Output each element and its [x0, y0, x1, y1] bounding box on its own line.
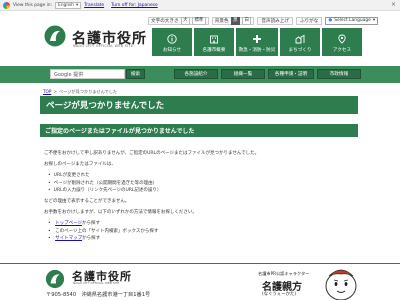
option-text: このページ上の「サイト内検索」ボックスから探す — [55, 228, 159, 234]
site-subtitle: NAGO CITY OFFICIAL WEB SITE — [73, 44, 134, 48]
list-item: URLの入力誤り（リンク先ページのURL記述の誤り） — [48, 187, 354, 195]
sub-nav-organization[interactable]: 組織一覧 — [221, 69, 265, 79]
option-text: から探す — [82, 221, 101, 226]
info-icon — [167, 34, 177, 44]
nav-item-emergency[interactable]: 救急・消防・防災 — [236, 28, 278, 56]
nav-item-town[interactable]: まちづくり — [280, 28, 320, 56]
list-item: トップページから探す — [48, 220, 354, 228]
reasons-list: URLが変更された ページが削除された（公開期間を過ぎた等の理由） URLの入力… — [44, 172, 354, 195]
translate-language-value: English — [58, 2, 74, 8]
option-text: から探す — [82, 236, 101, 241]
bg-color-control: 背景色 黒 白 — [211, 16, 255, 25]
language-select-label: Select Language — [334, 18, 371, 23]
nav-item-overview[interactable]: 名護市概要 — [194, 28, 234, 56]
town-icon — [295, 34, 305, 44]
font-size-control: 文字の大きさ 大 標準 — [148, 16, 209, 25]
page-title: ページが見つかりませんでした — [40, 96, 358, 114]
font-normal-button[interactable]: 標準 — [191, 16, 206, 25]
list-item: サイトマップから探す — [48, 235, 354, 243]
mascot-reading: (なぐうぇーかた) — [262, 292, 297, 297]
nav-item-label: お知らせ — [162, 48, 182, 53]
nav-item-label: まちづくり — [288, 48, 312, 53]
sub-nav-facilities[interactable]: 各施設紹介 — [174, 69, 218, 79]
nav-item-label: 名護市概要 — [202, 48, 226, 53]
mascot-icon[interactable] — [320, 262, 362, 300]
chevron-down-icon: ▾ — [75, 2, 79, 8]
city-logo-icon — [45, 269, 65, 289]
list-item: URLが変更された — [48, 172, 354, 180]
bg-white-button[interactable]: 白 — [241, 16, 252, 25]
nav-item-news[interactable]: お知らせ — [152, 28, 192, 56]
nav-item-label: 救急・消防・防災 — [238, 48, 276, 53]
section-title: ご指定のページまたはファイルが見つかりませんでした — [40, 124, 358, 137]
breadcrumb-current: ページが見つかりませんでした — [58, 89, 118, 94]
search-input[interactable]: Google 提供 — [50, 69, 125, 79]
breadcrumb-home-link[interactable]: TOP — [43, 89, 51, 95]
search-placeholder: Google 提供 — [54, 71, 84, 78]
emergency-icon — [252, 34, 262, 44]
main-content: ご不便をおかけして申し訳ありませんが、ご指定のURLのページまたはファイルが見つ… — [44, 150, 354, 246]
turn-off-link[interactable]: Turn off for: Japanese — [111, 3, 158, 8]
city-logo-icon[interactable] — [44, 25, 66, 47]
font-size-label: 文字の大きさ — [151, 18, 179, 24]
bg-black-button[interactable]: 黒 — [230, 16, 240, 25]
utility-bar: 文字の大きさ 大 標準 背景色 黒 白 音声読み上げ ふりがな ● Select… — [148, 16, 379, 25]
google-logo-icon — [3, 1, 10, 9]
reasons-intro: お探しのページまたはファイルは、 — [44, 162, 116, 167]
furigana-button[interactable]: ふりがな — [295, 16, 323, 25]
sitemap-link[interactable]: サイトマップ — [55, 236, 82, 241]
list-item: このページ上の「サイト内検索」ボックスから探す — [48, 228, 354, 236]
sub-nav: 各施設紹介 組織一覧 各種申請・証明 市政情報 — [174, 69, 361, 79]
chevron-down-icon: ▾ — [372, 18, 376, 23]
translate-view-label: View this page in: — [13, 2, 53, 8]
language-select[interactable]: ● Select Language ▾ — [325, 16, 379, 25]
read-aloud-button[interactable]: 音声読み上げ — [257, 16, 293, 25]
translate-link[interactable]: Translate — [84, 3, 104, 8]
mascot-caption: 名護市PR公認キャラクター — [258, 271, 310, 276]
globe-icon: ● — [328, 18, 333, 23]
translate-bar: View this page in: English ▾ Translate T… — [0, 0, 400, 11]
breadcrumb-separator: > — [53, 89, 57, 94]
options-intro: お手数をおかけしますが、以下のいずれかの方法で情報をお探しください。 — [44, 210, 197, 215]
site-header: 名護市役所 NAGO CITY OFFICIAL WEB SITE 文字の大きさ… — [0, 11, 400, 66]
breadcrumb: TOP > ページが見つかりませんでした — [43, 89, 117, 95]
main-nav: お知らせ 名護市概要 救急・消防・防災 まちづくり アクセス — [152, 28, 362, 56]
footer-subtitle: NAGO CITY OFFICIAL WEB SITE — [73, 281, 120, 285]
font-larger-button[interactable]: 大 — [180, 16, 190, 25]
list-item: ページが削除された（公開期間を過ぎた等の理由） — [48, 180, 354, 188]
options-list: トップページから探す このページ上の「サイト内検索」ボックスから探す サイトマッ… — [44, 220, 354, 243]
search-button[interactable]: 検索 — [126, 69, 145, 79]
top-page-link[interactable]: トップページ — [55, 221, 82, 226]
reasons-outro: などの理由で表示することができません。 — [44, 199, 130, 204]
bg-color-label: 背景色 — [214, 18, 229, 24]
nav-item-access[interactable]: アクセス — [322, 28, 362, 56]
footer-address: 〒905-8540 沖縄県名護市港一丁目1番1号 — [46, 292, 151, 298]
access-icon — [337, 34, 347, 44]
translate-language-select[interactable]: English ▾ — [55, 1, 82, 9]
building-icon — [209, 34, 219, 44]
sub-nav-applications[interactable]: 各種申請・証明 — [268, 69, 314, 79]
search-band: Google 提供 検索 各施設紹介 組織一覧 各種申請・証明 市政情報 — [0, 66, 400, 83]
close-icon[interactable]: × — [391, 1, 396, 8]
apology-text: ご不便をおかけして申し訳ありませんが、ご指定のURLのページまたはファイルが見つ… — [44, 151, 260, 156]
nav-item-label: アクセス — [332, 48, 352, 53]
sub-nav-city-info[interactable]: 市政情報 — [317, 69, 361, 79]
